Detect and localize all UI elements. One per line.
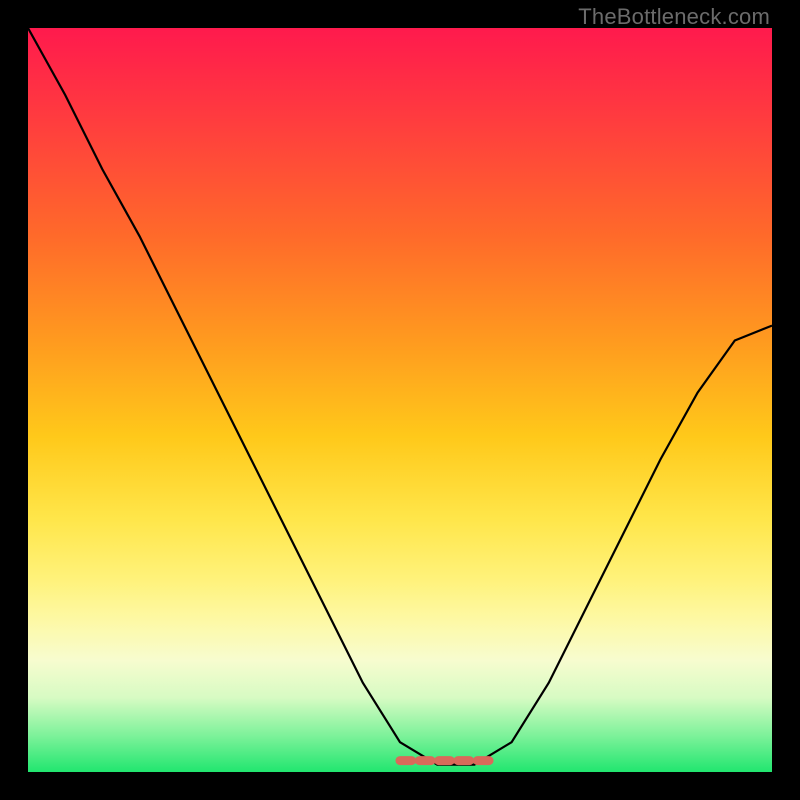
curve-layer bbox=[28, 28, 772, 772]
gradient-plot-area bbox=[28, 28, 772, 772]
bottleneck-curve bbox=[28, 28, 772, 765]
watermark-text: TheBottleneck.com bbox=[578, 4, 770, 30]
chart-frame: TheBottleneck.com bbox=[0, 0, 800, 800]
